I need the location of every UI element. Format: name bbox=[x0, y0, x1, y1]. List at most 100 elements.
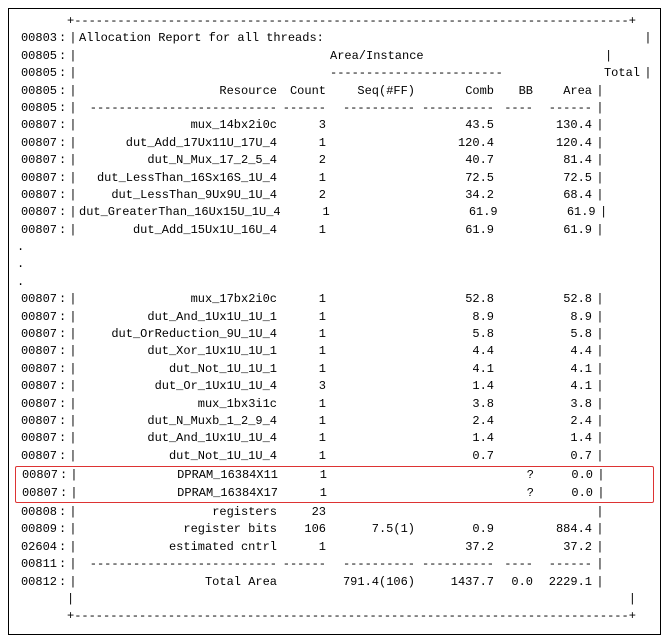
table-row: 00807:|dut_OrReduction_9U_1U_415.85.8| bbox=[15, 326, 654, 343]
cell-resource: mux_14bx2i0c bbox=[79, 117, 281, 134]
cell-count: 1 bbox=[281, 135, 330, 152]
cell-area: 884.4 bbox=[537, 521, 594, 538]
cell-count: 1 bbox=[281, 396, 330, 413]
lineno: 00807 bbox=[15, 135, 59, 152]
lineno: 00803 bbox=[15, 30, 59, 47]
cell-area: 0.0 bbox=[538, 485, 595, 502]
header-dash-row: 00805 :| -------------------------- ----… bbox=[15, 100, 654, 117]
header-sub-dash: 00805 :| ------------------------ Total … bbox=[15, 65, 654, 82]
cell-area: 0.0 bbox=[538, 467, 595, 484]
table-row: 00807:|dut_N_Mux_17_2_5_4240.781.4| bbox=[15, 152, 654, 169]
cell-area: 2.4 bbox=[537, 413, 594, 430]
table-row: 00807:|dut_LessThan_16Sx16S_1U_4172.572.… bbox=[15, 170, 654, 187]
cell-count: 1 bbox=[281, 430, 330, 447]
lineno: 00807 bbox=[15, 152, 59, 169]
col-comb: Comb bbox=[419, 83, 498, 100]
cell-area: 37.2 bbox=[537, 539, 594, 556]
table-row: 00807:|DPRAM_16384X111?0.0| bbox=[16, 467, 653, 484]
cell-count: 1 bbox=[281, 343, 330, 360]
cell-count: 1 bbox=[281, 448, 330, 465]
cell-area: 72.5 bbox=[537, 170, 594, 187]
cell-count: 1 bbox=[281, 291, 330, 308]
table-row: 00807:|dut_Add_15Ux1U_16U_4161.961.9| bbox=[15, 222, 654, 239]
table-row: 00807:|dut_Or_1Ux1U_1U_431.44.1| bbox=[15, 378, 654, 395]
cell-count: 2 bbox=[281, 152, 330, 169]
cell-count: 23 bbox=[281, 504, 330, 521]
report-title: Allocation Report for all threads: bbox=[79, 30, 642, 47]
col-bb: BB bbox=[498, 83, 537, 100]
table-row: 00807:|mux_17bx2i0c152.852.8| bbox=[15, 291, 654, 308]
cell-area: 61.9 bbox=[541, 204, 598, 221]
cell-resource: dut_OrReduction_9U_1U_4 bbox=[79, 326, 281, 343]
cell-count: 3 bbox=[281, 378, 330, 395]
ellipsis: . bbox=[15, 256, 654, 273]
cell-comb: 40.7 bbox=[419, 152, 498, 169]
table-row: 00807:|dut_N_Muxb_1_2_9_412.42.4| bbox=[15, 413, 654, 430]
lineno: 02604 bbox=[15, 539, 59, 556]
cell-comb: 4.4 bbox=[419, 343, 498, 360]
cell-count: 106 bbox=[281, 521, 330, 538]
cell-area: 61.9 bbox=[537, 222, 594, 239]
cell-count: 1 bbox=[281, 539, 330, 556]
cell-resource: dut_GreaterThan_16Ux15U_1U_4 bbox=[79, 204, 285, 221]
cell-bb: ? bbox=[499, 485, 538, 502]
cell-area: 130.4 bbox=[537, 117, 594, 134]
cell-resource: estimated cntrl bbox=[79, 539, 281, 556]
cell-comb: 0.7 bbox=[419, 448, 498, 465]
cell-count: 1 bbox=[282, 467, 331, 484]
header-columns: 00805 :| Resource Count Seq(#FF) Comb BB… bbox=[15, 83, 654, 100]
cell-resource: dut_Or_1Ux1U_1U_4 bbox=[79, 378, 281, 395]
cell-count: 1 bbox=[282, 485, 331, 502]
col-seq: Seq(#FF) bbox=[330, 83, 419, 100]
table-row: 00807:|dut_Xor_1Ux1U_1U_114.44.4| bbox=[15, 343, 654, 360]
lineno: 00807 bbox=[15, 222, 59, 239]
cell-count: 1 bbox=[281, 413, 330, 430]
cell-area: 4.1 bbox=[537, 361, 594, 378]
cell-resource: DPRAM_16384X11 bbox=[80, 467, 282, 484]
table-row: 00807:|mux_1bx3i1c13.83.8| bbox=[15, 396, 654, 413]
cell-seq: 7.5(1) bbox=[330, 521, 419, 538]
cell-comb: 52.8 bbox=[419, 291, 498, 308]
cell-comb: 61.9 bbox=[419, 222, 498, 239]
lineno: 00807 bbox=[15, 291, 59, 308]
cell-area: 0.7 bbox=[537, 448, 594, 465]
cell-comb: 4.1 bbox=[419, 361, 498, 378]
lineno: 00807 bbox=[15, 361, 59, 378]
cell-count: 1 bbox=[281, 309, 330, 326]
blank-sep: | | bbox=[15, 591, 654, 608]
cell-resource: dut_LessThan_9Ux9U_1U_4 bbox=[79, 187, 281, 204]
cell-count: 2 bbox=[281, 187, 330, 204]
cell-comb: 72.5 bbox=[419, 170, 498, 187]
cell-area: 1.4 bbox=[537, 430, 594, 447]
col-count: Count bbox=[281, 83, 330, 100]
lineno: 00807 bbox=[15, 343, 59, 360]
cell-comb: 1.4 bbox=[419, 430, 498, 447]
cell-count: 1 bbox=[281, 170, 330, 187]
lineno: 00807 bbox=[15, 378, 59, 395]
cell-count: 1 bbox=[281, 361, 330, 378]
cell-area: 4.4 bbox=[537, 343, 594, 360]
lineno: 00809 bbox=[15, 521, 59, 538]
cell-comb: 43.5 bbox=[419, 117, 498, 134]
cell-resource: dut_Add_15Ux1U_16U_4 bbox=[79, 222, 281, 239]
table-row: 00807:|dut_Not_1U_1U_410.70.7| bbox=[15, 448, 654, 465]
table-row: 00808:|registers23| bbox=[15, 504, 654, 521]
cell-count: 1 bbox=[285, 204, 334, 221]
border-bottom: +---------------------------------------… bbox=[15, 608, 654, 625]
cell-count: 1 bbox=[281, 222, 330, 239]
cell-comb: 34.2 bbox=[419, 187, 498, 204]
cell-resource: dut_LessThan_16Sx16S_1U_4 bbox=[79, 170, 281, 187]
lineno: 00807 bbox=[15, 326, 59, 343]
cell-area: 5.8 bbox=[537, 326, 594, 343]
table-row: 00807:|dut_LessThan_9Ux9U_1U_4234.268.4| bbox=[15, 187, 654, 204]
cell-comb: 2.4 bbox=[419, 413, 498, 430]
cell-resource: mux_17bx2i0c bbox=[79, 291, 281, 308]
cell-area: 81.4 bbox=[537, 152, 594, 169]
lineno: 00807 bbox=[15, 187, 59, 204]
cell-comb: 8.9 bbox=[419, 309, 498, 326]
lineno: 00807 bbox=[15, 204, 59, 221]
cell-comb: 1.4 bbox=[419, 378, 498, 395]
cell-comb: 5.8 bbox=[419, 326, 498, 343]
total-row: 00812 :| Total Area 791.4(106) 1437.7 0.… bbox=[15, 574, 654, 591]
ellipsis: . bbox=[15, 239, 654, 256]
